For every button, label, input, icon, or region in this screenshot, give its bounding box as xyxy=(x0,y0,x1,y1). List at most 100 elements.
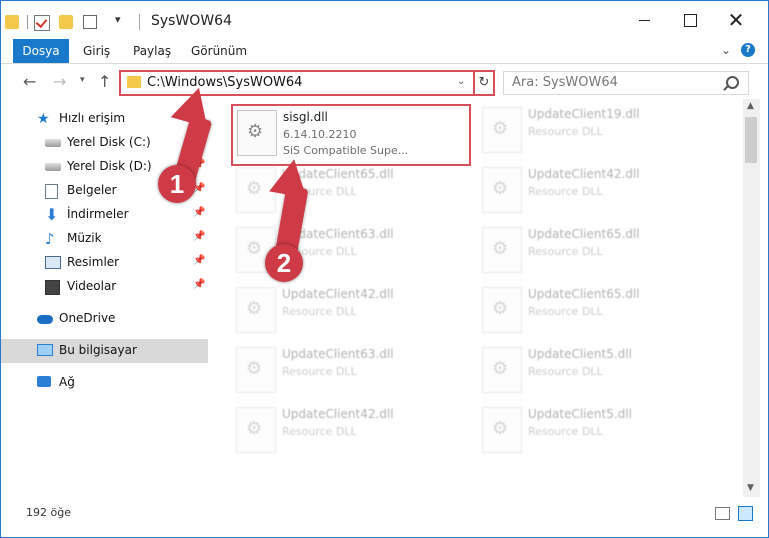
sidebar-item-music[interactable]: ♪ Müzik 📌 xyxy=(1,227,208,251)
sidebar-item-onedrive[interactable]: OneDrive xyxy=(1,307,208,331)
window-title: SysWOW64 xyxy=(151,13,232,29)
file-item[interactable]: UpdateClient19.dll Resource DLL xyxy=(478,103,718,159)
details-view-icon[interactable] xyxy=(715,507,730,520)
ribbon-tabs: Dosya Giriş Paylaş Görünüm ⌄ ? xyxy=(1,39,768,64)
forward-arrow-icon[interactable]: → xyxy=(53,72,66,91)
file-description: Resource DLL xyxy=(528,245,603,258)
minimize-button[interactable] xyxy=(621,1,667,39)
file-description: Resource DLL xyxy=(282,365,357,378)
downloads-icon: ⬇ xyxy=(45,205,59,224)
expand-ribbon-icon[interactable]: ⌄ xyxy=(721,43,731,57)
dll-file-icon xyxy=(237,110,277,156)
dll-file-icon xyxy=(236,347,276,393)
file-item[interactable]: UpdateClient42.dll Resource DLL xyxy=(232,403,472,459)
customize-quick-access-icon[interactable]: ▾ xyxy=(115,13,121,26)
file-item[interactable]: UpdateClient65.dll Resource DLL xyxy=(232,163,472,219)
dll-file-icon xyxy=(482,287,522,333)
file-description: Resource DLL xyxy=(282,425,357,438)
tab-share[interactable]: Paylaş xyxy=(133,39,171,63)
sidebar-item-label: Yerel Disk (D:) xyxy=(67,159,152,173)
scroll-down-icon[interactable]: ▼ xyxy=(747,483,754,493)
minimize-icon xyxy=(638,19,650,21)
file-description: Resource DLL xyxy=(528,365,603,378)
sidebar-item-label: Videolar xyxy=(67,279,117,293)
tab-file[interactable]: Dosya xyxy=(13,39,69,63)
file-item-sisgl[interactable]: sisgl.dll 6.14.10.2210 SiS Compatible Su… xyxy=(231,104,471,166)
sidebar-item-label: Ağ xyxy=(59,375,75,389)
pin-icon[interactable]: 📌 xyxy=(193,255,205,266)
computer-icon xyxy=(37,344,53,356)
close-icon: ✕ xyxy=(727,8,745,32)
sidebar-item-pictures[interactable]: Resimler 📌 xyxy=(1,251,208,275)
file-item[interactable]: UpdateClient65.dll Resource DLL xyxy=(478,223,718,279)
new-folder-icon[interactable] xyxy=(59,15,73,29)
quick-access-properties-icon[interactable] xyxy=(83,15,97,29)
sidebar-item-downloads[interactable]: ⬇ İndirmeler 📌 xyxy=(1,203,208,227)
back-arrow-icon[interactable]: ← xyxy=(23,72,36,91)
search-box[interactable]: Ara: SysWOW64 xyxy=(503,71,749,95)
dll-file-icon xyxy=(236,407,276,453)
up-arrow-icon[interactable]: ↑ xyxy=(98,72,111,91)
file-name: UpdateClient65.dll xyxy=(528,227,640,241)
divider xyxy=(139,14,140,30)
address-path[interactable]: C:\Windows\SysWOW64 xyxy=(147,75,302,90)
file-description: SiS Compatible Supe... xyxy=(283,144,409,157)
sidebar-item-network[interactable]: Ağ xyxy=(1,371,208,395)
file-name: UpdateClient19.dll xyxy=(528,107,640,121)
sidebar-item-videos[interactable]: Videolar 📌 xyxy=(1,275,208,299)
chevron-down-icon[interactable]: ⌄ xyxy=(457,76,465,87)
pin-icon[interactable]: 📌 xyxy=(193,279,205,290)
file-name: UpdateClient63.dll xyxy=(282,347,394,361)
navigation-bar: ← → ▾ ↑ C:\Windows\SysWOW64 ⌄ ↻ Ara: Sys… xyxy=(1,64,768,98)
file-name: UpdateClient5.dll xyxy=(528,347,632,361)
file-item[interactable]: UpdateClient65.dll Resource DLL xyxy=(478,283,718,339)
file-item[interactable]: UpdateClient42.dll Resource DLL xyxy=(478,163,718,219)
file-name: UpdateClient42.dll xyxy=(528,167,640,181)
file-item[interactable]: UpdateClient63.dll Resource DLL xyxy=(232,343,472,399)
file-item[interactable]: UpdateClient42.dll Resource DLL xyxy=(232,283,472,339)
file-item[interactable]: UpdateClient5.dll Resource DLL xyxy=(478,343,718,399)
maximize-button[interactable] xyxy=(667,1,713,39)
title-bar: ▾ SysWOW64 ✕ xyxy=(1,1,768,39)
file-name: UpdateClient42.dll xyxy=(282,407,394,421)
dll-file-icon xyxy=(236,287,276,333)
close-button[interactable]: ✕ xyxy=(713,1,759,39)
explorer-window: ▾ SysWOW64 ✕ Dosya Giriş Paylaş Görünüm … xyxy=(0,0,769,538)
help-icon[interactable]: ? xyxy=(741,43,755,57)
videos-icon xyxy=(45,280,60,295)
sidebar-item-label: OneDrive xyxy=(59,311,116,325)
sidebar-item-label: Yerel Disk (C:) xyxy=(67,135,151,149)
tab-view[interactable]: Görünüm xyxy=(191,39,247,63)
properties-check-icon[interactable] xyxy=(34,15,50,31)
search-placeholder[interactable]: Ara: SysWOW64 xyxy=(512,75,618,90)
large-icons-view-icon[interactable] xyxy=(738,506,753,521)
dll-file-icon xyxy=(482,107,522,153)
navigation-pane: ★ Hızlı erişim Yerel Disk (C:) 📌 Yerel D… xyxy=(1,99,208,499)
maximize-icon xyxy=(683,13,697,27)
file-name: UpdateClient65.dll xyxy=(528,287,640,301)
network-icon xyxy=(37,376,51,387)
search-icon xyxy=(726,76,739,89)
disk-icon xyxy=(45,139,61,147)
file-item[interactable]: UpdateClient5.dll Resource DLL xyxy=(478,403,718,459)
pin-icon[interactable]: 📌 xyxy=(193,207,205,218)
documents-icon xyxy=(45,184,58,199)
scroll-up-icon[interactable]: ▲ xyxy=(747,101,754,111)
tab-home[interactable]: Giriş xyxy=(83,39,110,63)
sidebar-item-label: Resimler xyxy=(67,255,120,269)
file-description: Resource DLL xyxy=(528,125,603,138)
sidebar-item-label: Müzik xyxy=(67,231,102,245)
recent-locations-icon[interactable]: ▾ xyxy=(80,75,85,85)
refresh-button[interactable]: ↻ xyxy=(473,70,495,96)
item-count: 192 öğe xyxy=(26,506,71,519)
file-version: 6.14.10.2210 xyxy=(283,128,357,141)
sidebar-item-label: İndirmeler xyxy=(67,207,129,221)
pin-icon[interactable]: 📌 xyxy=(193,231,205,242)
folder-icon[interactable] xyxy=(5,15,19,29)
sidebar-item-local-disk-c[interactable]: Yerel Disk (C:) 📌 xyxy=(1,131,208,155)
scrollbar-thumb[interactable] xyxy=(745,117,757,163)
sidebar-item-this-pc[interactable]: Bu bilgisayar xyxy=(1,339,208,363)
file-name: sisgl.dll xyxy=(283,110,328,124)
address-bar[interactable]: C:\Windows\SysWOW64 ⌄ xyxy=(119,70,475,96)
vertical-scrollbar[interactable]: ▲ ▼ xyxy=(743,99,760,497)
